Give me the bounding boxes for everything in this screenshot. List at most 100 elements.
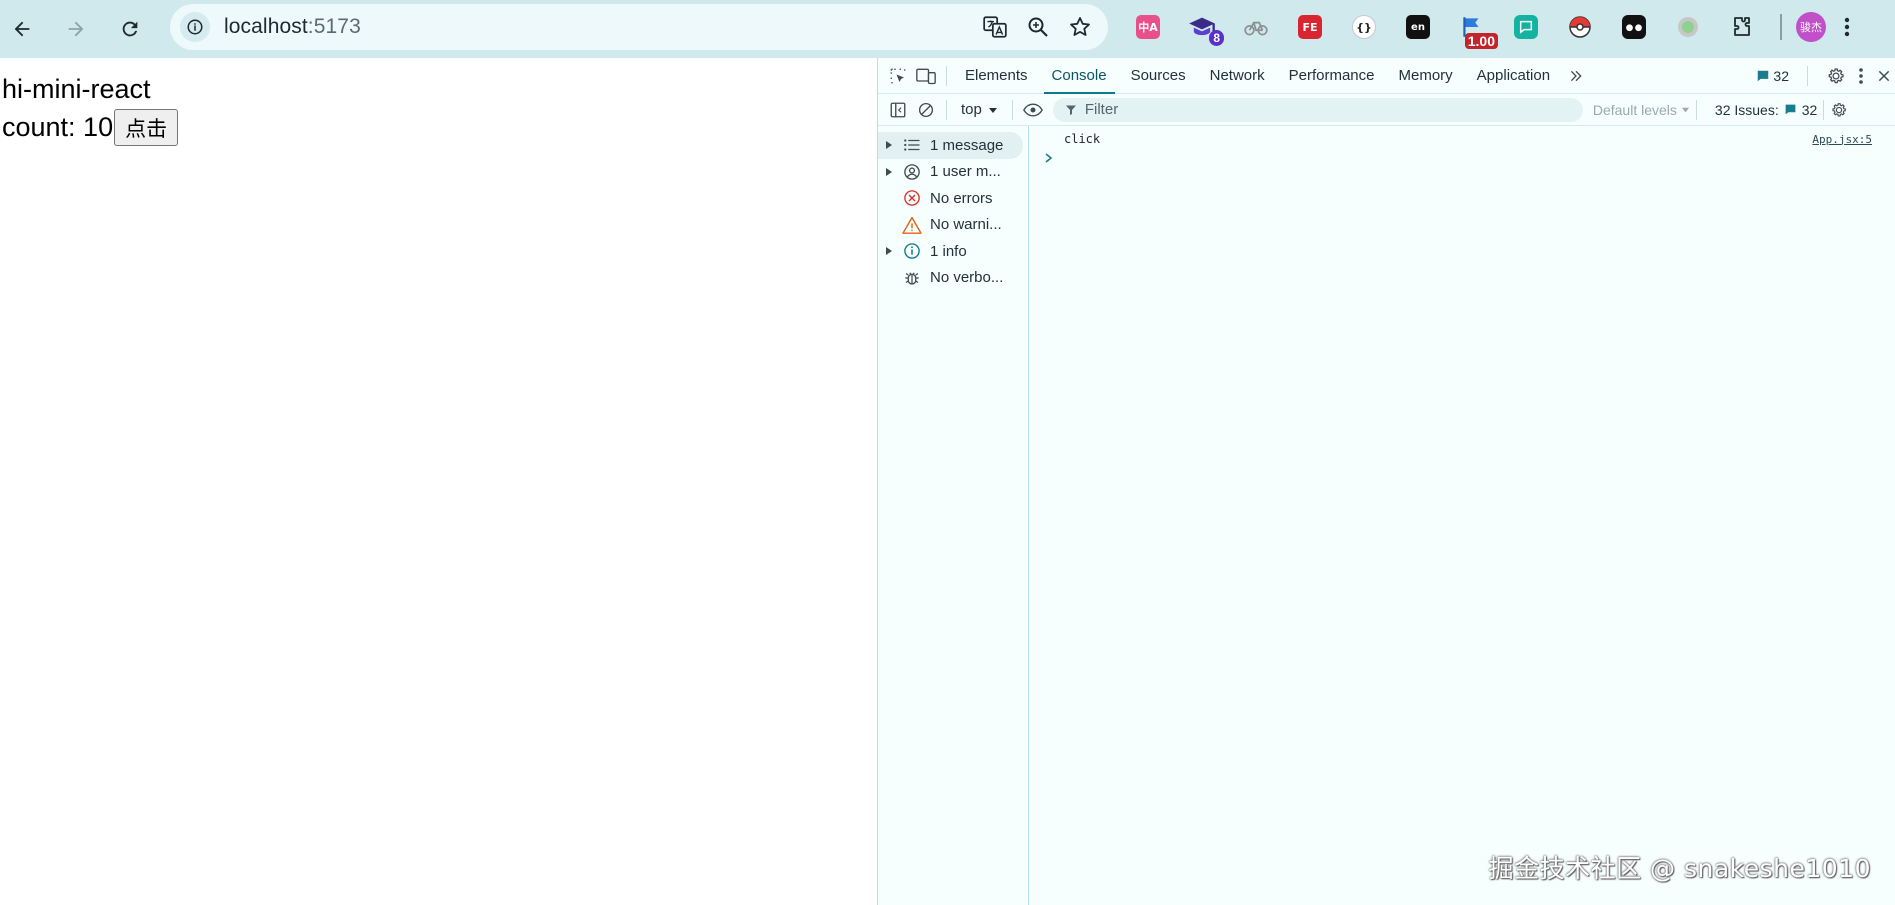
expand-caret-icon[interactable] [878, 167, 900, 177]
extension-dict[interactable]: 中A [1128, 7, 1168, 47]
counter-row: count: 10 点击 [2, 109, 179, 146]
bookmark-button[interactable] [1068, 15, 1092, 39]
sidebar-item-errors[interactable]: No errors [878, 185, 1028, 212]
toolbar-divider [946, 99, 947, 120]
extensions-menu-button[interactable] [1722, 7, 1762, 47]
toggle-sidebar-button[interactable] [884, 96, 912, 124]
extension-glasses[interactable] [1614, 7, 1654, 47]
sidebar-item-user-messages[interactable]: 1 user m... [878, 159, 1028, 186]
toolbar-divider [1011, 99, 1013, 120]
profile-avatar[interactable]: 骏杰 [1796, 12, 1826, 42]
glasses-icon [1622, 15, 1646, 39]
gear-icon [1828, 68, 1844, 84]
url-host: localhost [224, 15, 308, 38]
bike-icon [1244, 21, 1268, 36]
devtools-menu-button[interactable] [1858, 67, 1864, 85]
device-toolbar-button[interactable] [912, 62, 940, 90]
warning-icon [900, 216, 924, 234]
click-button[interactable]: 点击 [114, 109, 179, 146]
clear-icon [918, 102, 934, 117]
issues-badge-count: 32 [1773, 68, 1789, 84]
json-viewer-icon: {} [1352, 15, 1376, 39]
sidebar-item-info[interactable]: 1 info [878, 238, 1028, 265]
tab-application[interactable]: Application [1465, 58, 1562, 94]
tab-memory[interactable]: Memory [1387, 58, 1465, 94]
context-selector[interactable]: top [953, 101, 1006, 118]
double-chevron-right-icon [1570, 70, 1582, 81]
devtools-close-button[interactable] [1876, 68, 1892, 84]
sidebar-item-label: No warni... [930, 216, 1002, 234]
sidebar-item-verbose[interactable]: No verbo... [878, 265, 1028, 292]
issues-badge[interactable]: 32 [1756, 68, 1789, 84]
log-message: click [1064, 132, 1101, 146]
star-icon [1070, 17, 1090, 36]
issue-message-icon [1758, 70, 1769, 82]
count-text: count: 10 [2, 112, 114, 142]
rate-badge: 1.00 [1464, 33, 1498, 49]
issues-counter[interactable]: 32 Issues: 32 [1715, 102, 1817, 118]
gear-icon [1832, 102, 1847, 116]
forward-button[interactable] [54, 7, 98, 51]
tab-console[interactable]: Console [1040, 58, 1119, 94]
extension-en[interactable]: en [1398, 7, 1438, 47]
forward-arrow-icon [68, 21, 84, 37]
extension-cloud[interactable] [1236, 7, 1276, 47]
tab-elements[interactable]: Elements [953, 58, 1040, 94]
pokeball-icon [1569, 16, 1591, 38]
caret-down-icon [1681, 107, 1690, 113]
extension-fe[interactable]: FE [1290, 7, 1330, 47]
tab-sources[interactable]: Sources [1119, 58, 1198, 94]
browser-menu-button[interactable] [1844, 16, 1850, 38]
sidebar-item-warnings[interactable]: No warni... [878, 212, 1028, 239]
expand-caret-icon[interactable] [878, 140, 900, 150]
console-prompt[interactable] [1044, 152, 1054, 164]
console-settings-button[interactable] [1830, 101, 1848, 119]
eye-icon [1022, 102, 1043, 117]
devtools-settings-button[interactable] [1826, 66, 1846, 86]
extension-pokeball[interactable] [1560, 7, 1600, 47]
url-text[interactable]: localhost:5173 [224, 15, 361, 39]
tab-performance[interactable]: Performance [1277, 58, 1387, 94]
extension-circle[interactable] [1668, 7, 1708, 47]
sidebar-item-label: No verbo... [930, 269, 1004, 287]
error-icon [900, 189, 924, 207]
fe-helper-icon: FE [1298, 15, 1322, 39]
back-button[interactable] [0, 7, 44, 51]
sidebar-item-label: 1 user m... [930, 163, 1001, 181]
back-arrow-icon [14, 21, 30, 37]
inspect-element-button[interactable] [884, 62, 912, 90]
caret-down-icon [988, 107, 997, 113]
log-source-link[interactable]: App.jsx:5 [1812, 133, 1872, 146]
extension-rate[interactable]: 1.00 [1452, 7, 1498, 49]
chat-icon [1514, 15, 1538, 39]
extension-json[interactable]: {} [1344, 7, 1384, 47]
device-icon [916, 68, 936, 84]
fe-label: FE [1302, 20, 1318, 34]
circle-icon [1678, 17, 1698, 37]
context-value: top [961, 101, 982, 118]
console-toolbar: top Filter Default levels 32 Issues: 32 [878, 94, 1895, 126]
clear-console-button[interactable] [912, 96, 940, 124]
tab-divider [1807, 66, 1808, 86]
live-expression-button[interactable] [1019, 96, 1047, 124]
sidebar-item-messages[interactable]: 1 message [878, 132, 1023, 159]
extension-graduate[interactable]: 8 [1182, 7, 1224, 47]
log-levels-dropdown[interactable]: Default levels [1593, 102, 1690, 118]
extension-badge: 8 [1209, 30, 1224, 46]
translate-button[interactable] [982, 14, 1008, 40]
address-bar[interactable]: localhost:5173 [170, 4, 1108, 50]
site-info-button[interactable] [180, 12, 210, 42]
extension-chat[interactable] [1506, 7, 1546, 47]
tab-network[interactable]: Network [1198, 58, 1277, 94]
filter-icon [1065, 105, 1076, 115]
kebab-menu-icon [1859, 68, 1863, 84]
filter-input[interactable]: Filter [1052, 97, 1583, 122]
expand-caret-icon[interactable] [878, 246, 900, 256]
zoom-button[interactable] [1026, 15, 1050, 39]
sidebar-item-label: No errors [930, 189, 993, 207]
more-tabs-button[interactable] [1562, 62, 1590, 90]
reload-button[interactable] [108, 7, 152, 51]
console-output: click App.jsx:5 [1030, 126, 1895, 905]
console-sidebar: 1 message 1 user m... No errors No warni… [878, 126, 1029, 905]
extensions-bar: 中A 8 FE {} en 1.00 骏杰 [1128, 4, 1850, 50]
